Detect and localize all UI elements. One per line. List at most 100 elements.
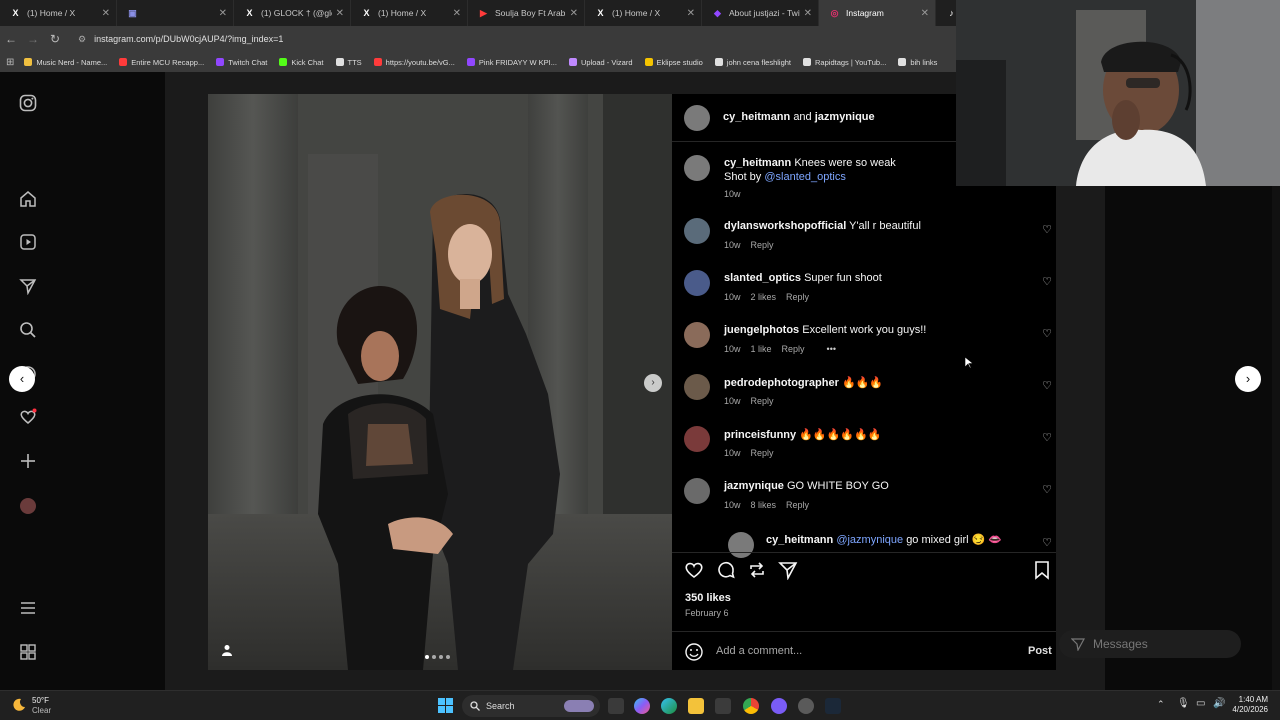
more-menu-icon[interactable] <box>18 599 38 619</box>
like-comment-icon[interactable]: ♡ <box>1042 327 1052 340</box>
comment-username[interactable]: slanted_optics <box>724 272 801 284</box>
windows-start-icon[interactable] <box>438 698 453 718</box>
browser-tab[interactable]: ◆ About justjazi - Twitc ✕ <box>702 0 819 26</box>
bookmark-item[interactable]: Music Nerd - Name... <box>24 58 107 67</box>
display-icon[interactable]: ▭ <box>1196 698 1205 709</box>
app-icon[interactable] <box>798 698 814 714</box>
comment-reply-button[interactable]: Reply <box>751 240 774 250</box>
tab-close-icon[interactable]: ✕ <box>219 8 227 19</box>
profile-avatar[interactable] <box>18 496 38 516</box>
comment-reply-button[interactable]: Reply <box>751 396 774 406</box>
volume-icon[interactable]: 🔊 <box>1213 698 1225 709</box>
tab-close-icon[interactable]: ✕ <box>453 8 461 19</box>
bookmark-item[interactable]: Upload - Vizard <box>568 58 633 67</box>
reply-username[interactable]: cy_heitmann <box>766 534 833 546</box>
author-username-1[interactable]: cy_heitmann <box>723 111 790 123</box>
home-icon[interactable] <box>18 190 38 210</box>
create-plus-icon[interactable] <box>18 452 38 472</box>
comment-reply-button[interactable]: Reply <box>751 448 774 458</box>
comment-avatar[interactable] <box>684 478 710 504</box>
messenger-send-icon[interactable] <box>18 277 38 297</box>
instagram-logo-icon[interactable] <box>18 94 38 114</box>
tab-close-icon[interactable]: ✕ <box>921 8 929 19</box>
microsoft-store-icon[interactable] <box>715 698 731 714</box>
bookmark-item[interactable]: Entire MCU Recapp... <box>119 58 204 67</box>
like-comment-icon[interactable]: ♡ <box>1042 223 1052 236</box>
comment-avatar[interactable] <box>684 218 710 244</box>
caption-mention[interactable]: @slanted_optics <box>764 171 846 183</box>
taskbar-search[interactable]: Search <box>462 695 600 717</box>
post-comment-button[interactable]: Post <box>1028 645 1052 657</box>
weather-widget[interactable]: 50°F Clear <box>32 696 51 716</box>
comment-reply-button[interactable]: Reply <box>782 344 805 354</box>
also-from-meta-icon[interactable] <box>18 643 38 663</box>
back-button[interactable]: ← <box>0 32 22 46</box>
weather-moon-icon[interactable] <box>12 698 26 717</box>
author-username-2[interactable]: jazmynique <box>815 111 875 123</box>
caption-avatar[interactable] <box>684 155 710 181</box>
caption-username[interactable]: cy_heitmann <box>724 157 791 169</box>
author-avatar[interactable] <box>684 105 710 131</box>
bookmark-item[interactable]: TTS <box>335 58 362 67</box>
comment-likes[interactable]: 1 like <box>751 344 772 354</box>
reload-button[interactable]: ↻ <box>44 32 66 46</box>
edge-icon[interactable] <box>661 698 677 714</box>
reply-avatar[interactable] <box>728 532 754 558</box>
comment-username[interactable]: pedrodephotographer <box>724 377 839 389</box>
save-bookmark-icon[interactable] <box>1032 560 1052 585</box>
file-explorer-icon[interactable] <box>688 698 704 714</box>
apps-icon[interactable]: ⊞ <box>6 57 14 68</box>
steam-icon[interactable] <box>825 698 841 714</box>
like-comment-icon[interactable]: ♡ <box>1042 275 1052 288</box>
browser-tab[interactable]: X (1) Home / X ✕ <box>351 0 468 26</box>
tab-close-icon[interactable]: ✕ <box>804 8 812 19</box>
share-icon[interactable] <box>778 560 798 585</box>
comment-avatar[interactable] <box>684 270 710 296</box>
previous-post-button[interactable]: ‹ <box>9 366 35 392</box>
bookmark-item[interactable]: john cena fleshlight <box>714 58 791 67</box>
comment-username[interactable]: dylansworkshopofficial <box>724 220 846 232</box>
tray-chevron-icon[interactable]: ⌃ <box>1157 699 1165 710</box>
emoji-icon[interactable] <box>684 642 704 667</box>
bookmark-item[interactable]: Twitch Chat <box>216 58 267 67</box>
site-info-icon[interactable]: ⚙ <box>78 34 86 45</box>
next-post-button[interactable]: › <box>1235 366 1261 392</box>
tagged-users-icon[interactable] <box>221 644 235 658</box>
forward-button[interactable]: → <box>22 32 44 46</box>
browser-tab[interactable]: ▶ Soulja Boy Ft Arab - I ✕ <box>468 0 585 26</box>
clock[interactable]: 1:40 AM 4/20/2026 <box>1226 695 1268 715</box>
like-post-icon[interactable] <box>684 560 704 585</box>
bookmark-item[interactable]: bih links <box>898 58 937 67</box>
task-view-icon[interactable] <box>608 698 624 714</box>
bookmark-item[interactable]: Kick Chat <box>279 58 324 67</box>
copilot-icon[interactable] <box>634 698 650 714</box>
like-comment-icon[interactable]: ♡ <box>1042 483 1052 496</box>
comment-username[interactable]: jazmynique <box>724 480 784 492</box>
like-comment-icon[interactable]: ♡ <box>1042 379 1052 392</box>
bookmark-item[interactable]: Rapidtags | YouTub... <box>803 58 886 67</box>
browser-tab[interactable]: X (1) Home / X ✕ <box>585 0 702 26</box>
browser-tab[interactable]: X (1) GLOCK † (@glock ✕ <box>234 0 351 26</box>
reels-icon[interactable] <box>18 233 38 253</box>
browser-tab[interactable]: ◎ Instagram ✕ <box>819 0 936 26</box>
comment-reply-button[interactable]: Reply <box>786 292 809 302</box>
comment-avatar[interactable] <box>684 322 710 348</box>
comment-username[interactable]: princeisfunny <box>724 429 796 441</box>
likes-count[interactable]: 350 likes <box>685 592 731 604</box>
comment-likes[interactable]: 2 likes <box>751 292 777 302</box>
notifications-heart-icon[interactable] <box>18 408 38 428</box>
next-image-button[interactable]: › <box>644 374 662 392</box>
comment-icon[interactable] <box>716 560 736 585</box>
browser-tab[interactable]: X (1) Home / X ✕ <box>0 0 117 26</box>
reply-mention[interactable]: @jazmynique <box>836 534 903 546</box>
add-comment-input[interactable]: Add a comment... <box>716 645 802 657</box>
comment-reply-button[interactable]: Reply <box>786 500 809 510</box>
tab-close-icon[interactable]: ✕ <box>687 8 695 19</box>
comment-more-options-icon[interactable]: ••• <box>827 344 836 354</box>
comment-username[interactable]: juengelphotos <box>724 324 799 336</box>
browser-tab[interactable]: ▣ ✕ <box>117 0 234 26</box>
microphone-icon[interactable]: 🎙 <box>1177 698 1190 709</box>
obs-twitch-icon[interactable] <box>771 698 787 714</box>
comment-avatar[interactable] <box>684 426 710 452</box>
bookmark-item[interactable]: Pink FRIDAYY W KPI... <box>466 58 557 67</box>
